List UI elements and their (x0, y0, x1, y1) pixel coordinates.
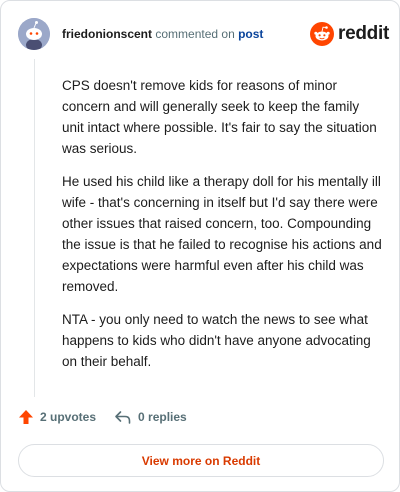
comment-paragraph: CPS doesn't remove kids for reasons of m… (62, 78, 377, 156)
comment-paragraph: NTA - you only need to watch the news to… (62, 312, 371, 369)
post-link[interactable]: post (238, 27, 263, 41)
user-avatar[interactable] (18, 18, 50, 50)
thread-line (34, 59, 35, 397)
action-text: commented on (155, 27, 235, 41)
reply-button[interactable]: 0 replies (114, 409, 187, 425)
reddit-logo-icon (310, 22, 334, 46)
comment-footer: 2 upvotes 0 replies (18, 409, 187, 425)
view-more-button[interactable]: View more on Reddit (18, 444, 384, 477)
upvote-button[interactable]: 2 upvotes (18, 409, 96, 425)
comment-header: friedonionscent commented on post (62, 27, 263, 41)
snoo-avatar-icon (18, 18, 50, 50)
comment-paragraph: He used his child like a therapy doll fo… (62, 174, 382, 294)
reply-arrow-icon (115, 411, 131, 424)
upvote-count: 2 upvotes (40, 410, 97, 424)
comment-card: friedonionscent commented on post reddit… (0, 0, 400, 492)
reply-count: 0 replies (138, 410, 187, 424)
upvote-arrow-icon (19, 410, 33, 424)
comment-body: CPS doesn't remove kids for reasons of m… (62, 75, 382, 384)
reddit-logo[interactable]: reddit (310, 22, 389, 46)
reddit-wordmark: reddit (338, 23, 389, 44)
username-link[interactable]: friedonionscent (62, 27, 152, 41)
